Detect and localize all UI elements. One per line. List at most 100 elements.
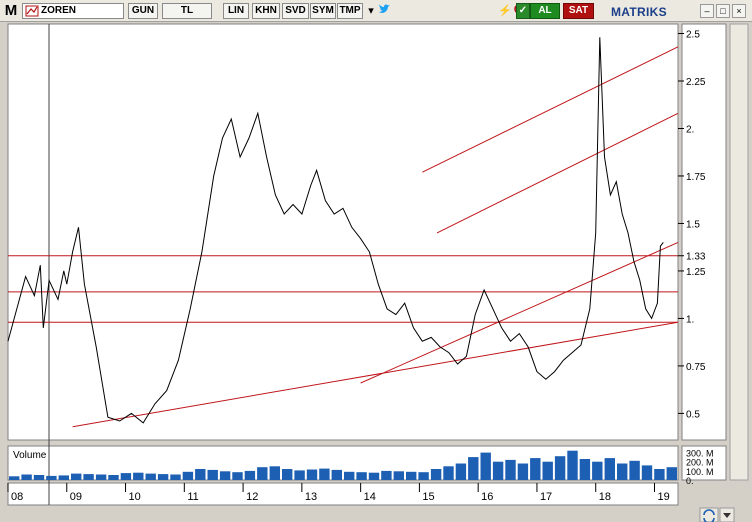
settings-icon[interactable] bbox=[699, 507, 719, 522]
time-tick-label: 18 bbox=[599, 491, 611, 503]
khn-button[interactable]: KHN bbox=[252, 3, 280, 19]
volume-bar bbox=[108, 475, 119, 480]
volume-bar bbox=[443, 466, 454, 480]
volume-bar bbox=[393, 471, 404, 480]
volume-bar bbox=[306, 469, 318, 480]
time-tick-label: 09 bbox=[70, 491, 82, 503]
volume-bar bbox=[71, 473, 82, 480]
symbol-icon bbox=[25, 5, 39, 17]
price-tick-label: 0.75 bbox=[686, 362, 706, 373]
volume-bar bbox=[530, 458, 541, 480]
volume-bar bbox=[219, 471, 231, 480]
volume-bar bbox=[331, 469, 342, 480]
volume-bar bbox=[269, 466, 280, 480]
price-tick-label: 2. bbox=[686, 124, 694, 135]
price-tick-label: 1.75 bbox=[686, 172, 706, 183]
checkbox-icon[interactable]: ✓ bbox=[516, 3, 530, 19]
volume-bar bbox=[517, 463, 529, 480]
volume-bar bbox=[319, 468, 330, 480]
minimize-icon[interactable]: – bbox=[700, 4, 714, 18]
symbol-label: ZOREN bbox=[41, 5, 76, 16]
app-logo: M bbox=[4, 2, 18, 19]
volume-bar bbox=[83, 474, 94, 480]
volume-bar bbox=[58, 475, 69, 480]
currency-button[interactable]: TL bbox=[162, 3, 212, 19]
volume-bar bbox=[592, 461, 603, 480]
time-tick-label: 11 bbox=[187, 491, 198, 503]
volume-bar bbox=[492, 461, 504, 480]
price-tick-label: 1.25 bbox=[686, 267, 706, 278]
dropdown-arrow-icon[interactable] bbox=[719, 507, 735, 522]
dropdown-arrow-icon[interactable]: ▾ bbox=[364, 3, 378, 19]
scale-button[interactable]: LIN bbox=[223, 3, 249, 19]
symbol-selector[interactable]: ZOREN bbox=[22, 3, 124, 19]
volume-bar bbox=[480, 452, 491, 480]
volume-bar bbox=[344, 471, 355, 480]
volume-bar bbox=[542, 461, 553, 480]
volume-bar bbox=[120, 473, 132, 480]
twitter-icon[interactable] bbox=[377, 3, 391, 19]
time-tick-label: 16 bbox=[481, 491, 493, 503]
volume-bar bbox=[455, 463, 467, 480]
close-icon[interactable]: × bbox=[732, 4, 746, 18]
price-tick-label: 2.25 bbox=[686, 77, 706, 88]
volume-bar bbox=[282, 469, 293, 480]
volume-bar bbox=[381, 470, 392, 480]
sym-button[interactable]: SYM bbox=[310, 3, 336, 19]
time-tick-label: 17 bbox=[540, 491, 552, 503]
volume-bar bbox=[418, 472, 429, 480]
maximize-icon[interactable]: □ bbox=[716, 4, 730, 18]
volume-bar bbox=[666, 467, 677, 480]
volume-bar bbox=[133, 472, 144, 480]
volume-bar bbox=[468, 457, 479, 480]
volume-bar bbox=[356, 472, 367, 480]
volume-bar bbox=[207, 469, 218, 480]
time-tick-label: 19 bbox=[657, 491, 669, 503]
time-axis-panel bbox=[7, 482, 679, 506]
price-chart[interactable]: 2.5 2.25 2. 1.75 1.5 1.33 1.25 1. 0.75 0.5 300. M… bbox=[0, 22, 752, 522]
price-tick-label: 1. bbox=[686, 314, 694, 325]
price-tick-label: 1.5 bbox=[686, 219, 700, 230]
time-tick-label: 10 bbox=[129, 491, 141, 503]
volume-label: Volume bbox=[13, 450, 47, 461]
sell-button[interactable]: SAT bbox=[563, 3, 594, 19]
volume-bar bbox=[170, 474, 181, 480]
volume-bar bbox=[232, 472, 243, 480]
time-tick-label: 08 bbox=[11, 491, 23, 503]
lightning-icon[interactable]: ⚡ bbox=[498, 3, 512, 19]
svd-button[interactable]: SVD bbox=[282, 3, 309, 19]
volume-bar bbox=[406, 471, 417, 480]
chart-toolbar: M ZOREN GUN TL LIN KHN SVD SYM TMP ▾ ⚡ ✓… bbox=[0, 0, 752, 22]
time-tick-label: 15 bbox=[422, 491, 434, 503]
volume-bar bbox=[9, 476, 20, 480]
volume-bar bbox=[21, 474, 32, 480]
volume-bar bbox=[46, 475, 57, 480]
volume-bar bbox=[182, 471, 194, 480]
vertical-scrollbar[interactable] bbox=[729, 23, 749, 481]
volume-bar bbox=[654, 469, 665, 480]
volume-bar bbox=[554, 456, 566, 480]
volume-bar bbox=[505, 459, 516, 480]
volume-bar bbox=[157, 474, 169, 480]
time-tick-label: 12 bbox=[246, 491, 258, 503]
volume-bar bbox=[294, 470, 305, 480]
volume-tick-label: 0. bbox=[686, 476, 694, 486]
volume-bar bbox=[195, 469, 206, 480]
volume-bar bbox=[617, 463, 628, 480]
volume-bar bbox=[430, 469, 442, 480]
volume-bar bbox=[604, 458, 615, 480]
volume-bar bbox=[257, 467, 268, 480]
buy-button[interactable]: AL bbox=[530, 3, 560, 19]
tmp-button[interactable]: TMP bbox=[337, 3, 363, 19]
volume-bar bbox=[33, 475, 45, 480]
volume-bar bbox=[641, 465, 653, 480]
volume-bar bbox=[629, 460, 640, 480]
period-button[interactable]: GUN bbox=[128, 3, 158, 19]
volume-bar bbox=[567, 450, 578, 480]
price-panel[interactable] bbox=[7, 23, 679, 441]
time-tick-label: 14 bbox=[364, 491, 376, 503]
volume-bar bbox=[95, 474, 107, 480]
time-tick-label: 13 bbox=[305, 491, 317, 503]
chart-svg[interactable]: 2.52.252.1.751.51.331.251.0.750.5 300. M… bbox=[0, 22, 752, 522]
volume-bar bbox=[579, 459, 591, 480]
